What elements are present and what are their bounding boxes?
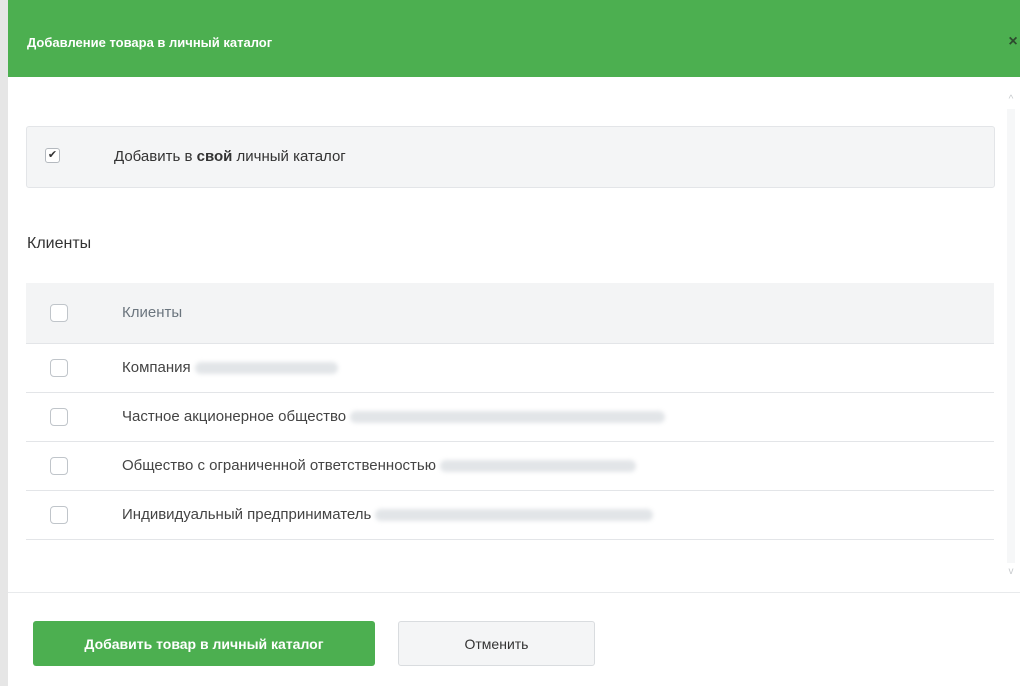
client-name: Индивидуальный предприниматель [122,506,654,524]
self-catalog-option[interactable]: ✔ Добавить в свой личный каталог [26,126,995,188]
cancel-button[interactable]: Отменить [398,621,595,666]
select-all-checkbox[interactable] [50,304,68,322]
self-catalog-label: Добавить в свой личный каталог [114,148,346,166]
dialog-header: Добавление товара в личный каталог × [8,0,1020,77]
redacted-name [350,411,666,424]
client-name: Частное акционерное общество [122,408,666,426]
client-name: Компания [122,359,338,377]
redacted-name [375,509,654,522]
clients-column-header: Клиенты [122,304,183,321]
table-row[interactable]: Компания [26,344,994,393]
row-checkbox[interactable] [50,457,68,475]
scrollbar-track[interactable] [1007,109,1015,563]
client-type: Общество с ограниченной ответственностью [122,457,436,474]
client-type: Компания [122,359,191,376]
client-name: Общество с ограниченной ответственностью [122,457,636,475]
client-type: Частное акционерное общество [122,408,347,425]
page-backdrop-edge [0,0,8,686]
close-icon[interactable]: × [1006,33,1020,51]
self-catalog-label-bold: свой [196,148,233,165]
self-catalog-label-prefix: Добавить в [114,148,197,165]
row-checkbox[interactable] [50,408,68,426]
redacted-name [194,362,338,375]
self-catalog-label-suffix: личный каталог [232,148,346,165]
clients-table-header: Клиенты [26,283,994,344]
content-scrollbar[interactable]: ^ v [1005,95,1017,577]
chevron-down-icon[interactable]: v [1005,567,1017,577]
clients-table: Клиенты Компания Частное акционерное общ… [26,283,994,540]
self-catalog-checkbox[interactable]: ✔ [45,148,60,163]
row-checkbox[interactable] [50,506,68,524]
table-row[interactable]: Индивидуальный предприниматель [26,491,994,540]
client-type: Индивидуальный предприниматель [122,506,372,523]
add-to-catalog-button[interactable]: Добавить товар в личный каталог [33,621,375,666]
table-row[interactable]: Общество с ограниченной ответственностью [26,442,994,491]
dialog-title: Добавление товара в личный каталог [27,35,273,50]
clients-section-title: Клиенты [27,235,92,252]
table-row[interactable]: Частное акционерное общество [26,393,994,442]
add-to-catalog-dialog: Добавление товара в личный каталог × ✔ Д… [8,0,1020,686]
row-checkbox[interactable] [50,359,68,377]
footer-divider [8,592,1020,593]
redacted-name [439,460,636,473]
chevron-up-icon[interactable]: ^ [1005,95,1017,105]
